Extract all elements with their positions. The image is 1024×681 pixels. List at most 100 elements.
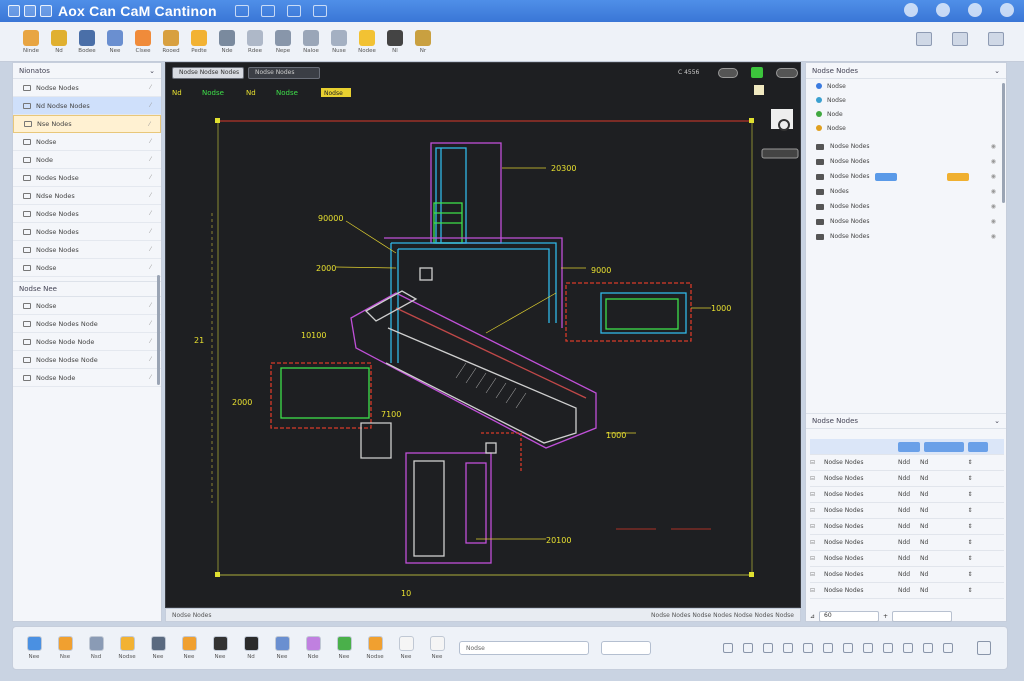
edit-icon[interactable]: ⁄ [150,264,151,271]
tree-item[interactable]: Nodse Nodes ⁄ [13,205,161,223]
object-item[interactable]: Nodse Nodes ◉ [806,229,1006,244]
property-value[interactable]: Nd [920,459,960,466]
object-item[interactable]: Nodse Nodes ◉ [806,169,1006,184]
tool-icon[interactable] [883,643,893,653]
dock-button[interactable]: Nee [19,636,49,660]
dock-button[interactable]: Nde [298,636,328,660]
ribbon-button[interactable]: Nee [102,29,128,54]
titlebar-tool-icon[interactable] [260,5,275,17]
visibility-icon[interactable]: ◉ [991,203,996,210]
quick-access-icon[interactable] [40,5,52,17]
tree-item[interactable]: Nodse Nodes ⁄ [13,241,161,259]
dock-button[interactable]: Nsd [81,636,111,660]
tool-icon[interactable] [943,643,953,653]
ribbon-button[interactable]: Nd [46,29,72,54]
object-item[interactable]: Nodse Nodes ◉ [806,139,1006,154]
layer-item[interactable]: Nodse [806,121,1006,135]
dock-button[interactable]: Nodse [360,636,390,660]
tree-item[interactable]: Ndse Nodes ⁄ [13,187,161,205]
user-avatar[interactable] [968,3,982,17]
ribbon-button[interactable]: Nodee [354,29,380,54]
visibility-icon[interactable]: ◉ [991,143,996,150]
dock-button[interactable]: Nee [422,636,452,660]
tree-item[interactable]: Nodse Nodes ⁄ [13,79,161,97]
sort-icon[interactable]: ⇕ [960,523,980,530]
scrollbar[interactable] [1002,83,1005,203]
object-item[interactable]: Nodse Nodes ◉ [806,154,1006,169]
chevron-down-icon[interactable]: ⌄ [994,67,1000,75]
property-value[interactable]: Ndd [898,539,920,546]
ribbon-button[interactable]: Ninde [18,29,44,54]
drawing-canvas[interactable]: Nodse Nodse Nodes Nodse Nodes C 4556 Nd … [165,62,801,608]
table-row[interactable]: ⊟ Nodse Nodes Ndd Nd ⇕ [810,567,1004,583]
titlebar-tool-icon[interactable] [234,5,249,17]
visibility-icon[interactable]: ◉ [991,173,996,180]
edit-icon[interactable]: ⁄ [150,228,151,235]
table-row[interactable]: ⊟ Nodse Nodes Ndd Nd ⇕ [810,519,1004,535]
layer-color-swatch[interactable] [816,83,822,89]
property-value[interactable]: Nd [920,587,960,594]
property-value[interactable]: Ndd [898,523,920,530]
tree-item[interactable]: Nodse Node Node ⁄ [13,333,161,351]
table-row[interactable]: ⊟ Nodse Nodes Ndd Nd ⇕ [810,487,1004,503]
table-row[interactable]: ⊟ Nodse Nodes Ndd Nd ⇕ [810,583,1004,599]
edit-icon[interactable]: ⁄ [150,156,151,163]
sort-icon[interactable]: ⇕ [960,539,980,546]
property-value[interactable]: Nd [920,555,960,562]
status-badge[interactable] [947,172,970,181]
ribbon-button[interactable]: Nepe [270,29,296,54]
tree-item[interactable]: Nodse ⁄ [13,259,161,277]
sort-icon[interactable]: ⇕ [960,491,980,498]
edit-icon[interactable]: ⁄ [150,192,151,199]
edit-icon[interactable]: ⁄ [150,374,151,381]
tree-item[interactable]: Nodse ⁄ [13,297,161,315]
dock-button[interactable]: Nee [267,636,297,660]
printer-icon[interactable] [977,641,991,655]
tool-icon[interactable] [923,643,933,653]
tool-icon[interactable] [903,643,913,653]
edit-icon[interactable]: ⁄ [150,210,151,217]
edit-icon[interactable]: ⁄ [150,338,151,345]
sort-icon[interactable]: ⇕ [960,459,980,466]
property-value[interactable]: Ndd [898,587,920,594]
tool-icon[interactable] [723,643,733,653]
tree-item[interactable]: Nodes Nodse ⁄ [13,169,161,187]
sort-icon[interactable]: ⇕ [960,555,980,562]
sort-icon[interactable]: ⇕ [960,587,980,594]
tree-item[interactable]: Nd Nodse Nodes ⁄ [13,97,161,115]
tool-icon[interactable] [803,643,813,653]
table-row[interactable]: ⊟ Nodse Nodes Ndd Nd ⇕ [810,535,1004,551]
titlebar-tool-icon[interactable] [286,5,301,17]
property-value[interactable]: Nd [920,507,960,514]
property-value[interactable]: Nd [920,491,960,498]
status-badge[interactable] [875,172,898,181]
property-value[interactable]: Ndd [898,571,920,578]
sort-icon[interactable]: ⇕ [960,475,980,482]
ribbon-button[interactable]: Pedte [186,29,212,54]
edit-icon[interactable]: ⁄ [150,174,151,181]
table-row[interactable]: ⊟ Nodse Nodes Ndd Nd ⇕ [810,471,1004,487]
dock-button[interactable]: Nd [236,636,266,660]
property-value[interactable]: Nd [920,539,960,546]
tree-item[interactable]: Nodse Nodes Node ⁄ [13,315,161,333]
dock-button[interactable]: Nee [329,636,359,660]
ribbon-button[interactable]: Nuse [326,29,352,54]
visibility-icon[interactable]: ◉ [991,218,996,225]
slope-icon[interactable]: ⊿ [810,613,815,620]
ribbon-button[interactable]: Rdee [242,29,268,54]
chevron-down-icon[interactable]: ⌄ [149,67,155,75]
quick-access-icon[interactable] [24,5,36,17]
edit-icon[interactable]: ⁄ [150,84,151,91]
titlebar-tool-icon[interactable] [312,5,327,17]
property-value[interactable]: Ndd [898,555,920,562]
visibility-icon[interactable]: ◉ [991,188,996,195]
tool-icon[interactable] [863,643,873,653]
value-field[interactable]: 60 [819,610,880,622]
object-item[interactable]: Nodse Nodes ◉ [806,199,1006,214]
edit-icon[interactable]: ⁄ [150,302,151,309]
edit-icon[interactable]: ⁄ [150,320,151,327]
column-header[interactable] [968,441,988,452]
dock-button[interactable]: Nse [50,636,80,660]
user-avatar[interactable] [936,3,950,17]
ribbon-button[interactable]: Clsee [130,29,156,54]
